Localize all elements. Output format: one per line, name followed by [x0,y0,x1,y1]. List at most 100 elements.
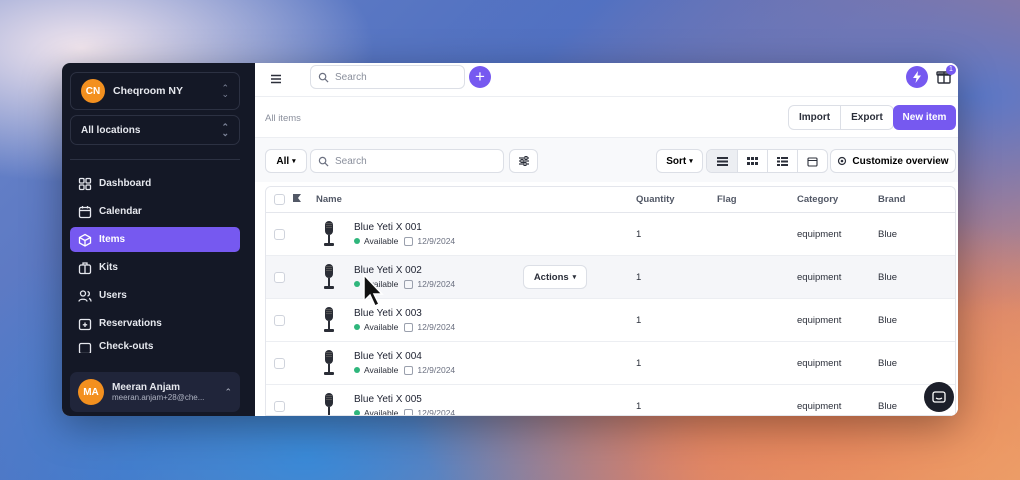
item-name[interactable]: Blue Yeti X 005 [354,394,455,405]
grid-view-button[interactable] [737,150,767,172]
column-header-quantity[interactable]: Quantity [636,194,717,205]
detail-list-view-button[interactable] [767,150,797,172]
menu-icon[interactable] [269,72,283,86]
sidebar-divider [70,159,240,160]
sliders-icon [518,156,529,166]
row-checkbox-cell [266,357,292,369]
column-header-brand[interactable]: Brand [878,194,948,205]
sidebar-item-label: Dashboard [99,178,152,189]
caret-down-icon: ▾ [292,158,296,165]
bolt-icon [913,71,921,83]
location-switcher[interactable]: All locations ⌃ ⌄ [70,115,240,145]
row-checkbox[interactable] [273,228,285,240]
table-row[interactable]: Blue Yeti X 001 Available 12/9/2024 1 equipm… [266,213,955,256]
table-row[interactable]: Blue Yeti X 004 Available 12/9/2024 1 equipm… [266,342,955,385]
brand-cell: Blue [878,357,898,369]
row-checkbox[interactable] [273,314,285,326]
sort-dropdown[interactable]: Sort ▾ [656,149,703,173]
flag-column-icon [292,193,316,206]
category-cell: equipment [797,357,842,369]
filter-all-dropdown[interactable]: All ▾ [265,149,307,173]
calendar-icon [404,408,414,415]
search-icon [318,156,329,167]
brand-cell: Blue [878,314,898,326]
import-button[interactable]: Import [789,106,840,129]
category-cell: equipment [797,271,842,283]
notification-badge: 1 [946,65,956,75]
status-badge: Available [364,408,399,416]
quantity-cell: 1 [636,400,642,412]
new-item-button[interactable]: New item [893,105,956,130]
export-button[interactable]: Export [840,106,893,129]
column-header-name[interactable]: Name [316,194,636,205]
caret-down-icon: ▾ [689,158,693,165]
sidebar-item-label: Kits [99,262,118,273]
customize-overview-button[interactable]: Customize overview [830,149,956,173]
sidebar-item-kits[interactable]: Kits [70,255,240,280]
status-dot [354,367,360,373]
row-actions-button[interactable]: Actions ▾ [523,265,587,289]
name-cell: Blue Yeti X 001 Available 12/9/2024 [316,219,636,249]
table-row[interactable]: Blue Yeti X 005 Available 12/9/2024 1 equipm… [266,385,955,416]
list-view-button[interactable] [707,150,737,172]
search-placeholder: Search [335,71,367,83]
item-info: Blue Yeti X 005 Available 12/9/2024 [354,394,455,416]
sidebar-item-users[interactable]: Users [70,283,240,308]
sidebar-item-reservations[interactable]: Reservations [70,311,240,336]
row-checkbox[interactable] [273,357,285,369]
list-icon [716,157,728,166]
calendar-icon [404,279,414,289]
quantity-cell: 1 [636,228,642,240]
page-header: All items Import Export New item [255,97,958,138]
org-switcher[interactable]: CN Cheqroom NY ⌃ ⌄ [70,72,240,110]
status-badge: Available [364,322,399,332]
sidebar-item-label: Items [99,234,126,245]
topbar: Search + 1 [255,63,958,97]
chat-support-button[interactable] [924,382,954,412]
sidebar-item-calendar[interactable]: Calendar [70,199,240,224]
user-menu[interactable]: MA Meeran Anjam meeran.anjam+28@che... ⌃ [70,372,240,412]
search-icon [318,72,329,83]
row-checkbox[interactable] [273,271,285,283]
category-cell: equipment [797,228,842,240]
row-checkbox[interactable] [273,400,285,412]
item-meta: Available 12/9/2024 [354,236,455,246]
global-search-input[interactable]: Search [310,65,465,89]
brand-cell: Blue [878,271,898,283]
calendar-view-button[interactable] [797,150,827,172]
quantity-cell: 1 [636,357,642,369]
mouse-cursor-icon [363,273,384,308]
caret-down-icon: ▾ [572,274,577,281]
quick-add-button[interactable]: + [469,66,491,88]
dashboard-icon [78,177,92,191]
box-icon [78,233,92,247]
filter-settings-button[interactable] [509,149,538,173]
name-cell: Blue Yeti X 003 Available 12/9/2024 [316,305,636,335]
reservation-icon [78,317,92,331]
row-checkbox-cell [266,314,292,326]
item-info: Blue Yeti X 003 Available 12/9/2024 [354,308,455,332]
column-header-category[interactable]: Category [797,194,878,205]
sidebar-item-checkouts[interactable]: Check-outs [70,339,240,353]
sidebar-item-items[interactable]: Items [70,227,240,252]
category-cell: equipment [797,400,842,412]
item-date: 12/9/2024 [417,365,456,375]
sidebar-item-dashboard[interactable]: Dashboard [70,171,240,196]
item-name[interactable]: Blue Yeti X 001 [354,222,455,233]
breadcrumb[interactable]: All items [265,113,301,124]
item-thumbnail [316,391,342,415]
select-all-checkbox[interactable] [273,194,285,205]
item-info: Blue Yeti X 001 Available 12/9/2024 [354,222,455,246]
items-search-input[interactable]: Search [310,149,504,173]
status-badge: Available [364,365,399,375]
item-name[interactable]: Blue Yeti X 004 [354,351,455,362]
item-thumbnail [316,262,342,292]
column-header-flag[interactable]: Flag [717,194,797,205]
status-dot [354,410,360,415]
item-name[interactable]: Blue Yeti X 003 [354,308,455,319]
view-switcher [706,149,828,173]
sidebar-nav: Dashboard Calendar Items Kits Users Rese… [70,171,240,356]
calendar-icon [78,205,92,219]
sidebar-item-label: Calendar [99,206,142,217]
bolt-button[interactable] [906,66,928,88]
